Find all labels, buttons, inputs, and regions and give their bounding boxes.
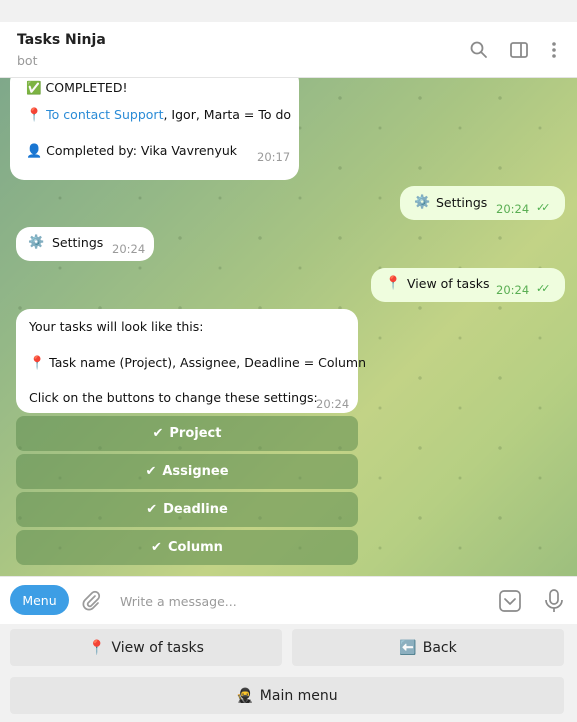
- checkmark-icon: ✔: [146, 502, 158, 517]
- gear-icon: ⚙️: [28, 235, 45, 250]
- inline-button-column[interactable]: ✔ Column: [16, 530, 358, 565]
- message-time: 20:24: [496, 283, 530, 297]
- outgoing-message: 📍 View of tasks 20:24 ✓✓: [371, 268, 565, 302]
- inline-button-label: Column: [167, 540, 223, 555]
- message-text: Settings: [52, 235, 104, 250]
- inline-button-label: Project: [169, 426, 222, 441]
- message-time: 20:24: [316, 397, 350, 411]
- chat-subtitle: bot: [17, 53, 38, 68]
- message-text: Settings: [436, 195, 488, 210]
- incoming-message: ✅ COMPLETED! 📍 To contact Support, Igor,…: [10, 78, 299, 180]
- task-format-text: Task name (Project), Assignee, Deadline …: [49, 355, 367, 370]
- contact-rest-text: , Igor, Marta = To do: [163, 107, 292, 122]
- checkmark-icon: ✔: [145, 464, 157, 479]
- read-checkmarks-icon: ✓✓: [536, 201, 551, 214]
- window-top-strip: [0, 0, 577, 22]
- completed-by-text: Completed by: Vika Vavrenyuk: [46, 143, 238, 158]
- pin-icon: 📍: [88, 639, 106, 656]
- message-line: Click on the buttons to change these set…: [29, 390, 318, 405]
- reply-keyboard: 📍 View of tasks ⬅️ Back 🥷 Main menu: [0, 624, 577, 722]
- inline-button-deadline[interactable]: ✔ Deadline: [16, 492, 358, 527]
- inline-button-label: Deadline: [163, 502, 228, 517]
- message-text: View of tasks: [407, 276, 490, 291]
- pin-icon: 📍: [385, 276, 402, 291]
- task-format-line: 📍 Task name (Project), Assignee, Deadlin…: [29, 354, 366, 373]
- microphone-icon[interactable]: [543, 588, 565, 618]
- pin-icon: 📍: [26, 108, 43, 123]
- message-time: 20:24: [112, 242, 146, 256]
- outgoing-message: ⚙️ Settings 20:24 ✓✓: [400, 186, 565, 220]
- incoming-message: ⚙️ Settings 20:24: [16, 227, 154, 261]
- contact-support-link[interactable]: To contact Support: [46, 107, 163, 122]
- chat-area[interactable]: ✅ COMPLETED! 📍 To contact Support, Igor,…: [0, 78, 577, 576]
- inline-button-assignee[interactable]: ✔ Assignee: [16, 454, 358, 489]
- message-line: Your tasks will look like this:: [29, 319, 204, 334]
- checkmark-icon: ✔: [151, 540, 162, 555]
- attach-icon[interactable]: [80, 590, 102, 616]
- chat-title[interactable]: Tasks Ninja: [17, 32, 106, 48]
- gear-icon: ⚙️: [414, 195, 431, 210]
- message-input[interactable]: [120, 588, 480, 614]
- message-input-bar: Menu: [0, 576, 577, 624]
- message-time: 20:24: [496, 202, 530, 216]
- pin-icon: 📍: [29, 356, 46, 371]
- chat-header: Tasks Ninja bot: [0, 22, 577, 78]
- completed-line: ✅ COMPLETED!: [26, 80, 128, 95]
- more-options-icon[interactable]: [544, 40, 564, 60]
- inline-button-label: Assignee: [162, 464, 229, 479]
- read-checkmarks-icon: ✓✓: [536, 282, 551, 295]
- completed-by-line: 👤 Completed by: Vika Vavrenyuk: [26, 142, 237, 161]
- back-button[interactable]: ⬅️ Back: [292, 629, 564, 666]
- incoming-message: Your tasks will look like this: 📍 Task n…: [16, 309, 366, 413]
- message-time: 20:17: [257, 150, 291, 164]
- menu-button[interactable]: Menu: [10, 585, 69, 615]
- sidebar-toggle-icon[interactable]: [509, 40, 529, 60]
- button-label: Back: [422, 639, 457, 656]
- bot-keyboard-toggle-icon[interactable]: [498, 589, 522, 617]
- main-menu-button[interactable]: 🥷 Main menu: [10, 677, 564, 714]
- checkmark-icon: ✔: [152, 426, 164, 441]
- view-of-tasks-button[interactable]: 📍 View of tasks: [10, 629, 282, 666]
- back-arrow-icon: ⬅️: [399, 639, 417, 656]
- user-icon: 👤: [26, 144, 43, 159]
- search-icon[interactable]: [469, 40, 489, 60]
- inline-button-project[interactable]: ✔ Project: [16, 416, 358, 451]
- button-label: Main menu: [259, 687, 338, 704]
- button-label: View of tasks: [111, 639, 204, 656]
- ninja-icon: 🥷: [236, 687, 254, 704]
- contact-line: 📍 To contact Support, Igor, Marta = To d…: [26, 106, 291, 125]
